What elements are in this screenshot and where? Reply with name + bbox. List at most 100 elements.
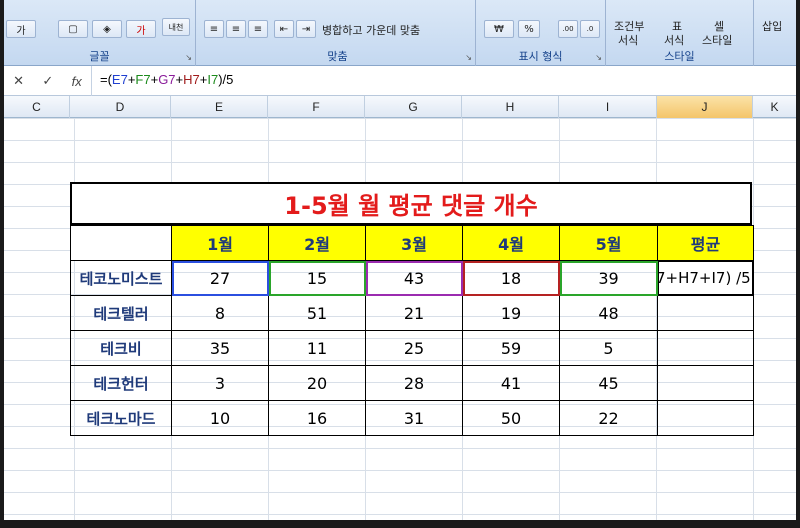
table-row: 테코노미스트 27 15 43 18 39 7+H7+I7) /5 <box>70 260 754 296</box>
row-label[interactable]: 테크텔러 <box>70 295 172 331</box>
conditional-format-label2: 서식 <box>618 34 639 47</box>
table-cell[interactable]: 25 <box>365 330 463 366</box>
font-group: 가 ▢ ◈ 가 내천 글꼴 ↘ <box>4 0 196 66</box>
phonetic-button[interactable]: 내천 <box>162 18 190 36</box>
insert-button[interactable]: 삽입 <box>762 18 782 34</box>
indent-icon: ⇤ <box>279 23 289 35</box>
font-color-button[interactable]: 가 <box>6 20 36 38</box>
table-cell[interactable]: 28 <box>365 365 463 401</box>
header-cell[interactable]: 2월 <box>268 225 366 261</box>
header-cell[interactable]: 평균 <box>657 225 754 261</box>
column-header-c[interactable]: C <box>4 96 70 118</box>
table-cell[interactable]: 20 <box>268 365 366 401</box>
table-cell[interactable]: 11 <box>268 330 366 366</box>
cancel-icon[interactable]: ✕ <box>13 73 24 89</box>
column-header-k[interactable]: K <box>753 96 796 118</box>
column-header-j[interactable]: J <box>657 96 753 118</box>
dialog-launcher-icon[interactable]: ↘ <box>595 53 602 62</box>
decrease-decimal-icon: .0 <box>586 25 594 33</box>
data-table: 1월 2월 3월 4월 5월 평균 테코노미스트 27 15 43 18 39 … <box>70 225 754 436</box>
table-cell[interactable]: 22 <box>559 400 658 436</box>
column-header-h[interactable]: H <box>462 96 559 118</box>
table-cell[interactable]: 21 <box>365 295 463 331</box>
dialog-launcher-icon[interactable]: ↘ <box>465 53 472 62</box>
percent-button[interactable]: % <box>518 20 540 38</box>
currency-button[interactable]: ₩ <box>484 20 514 38</box>
ref-g7: G7 <box>158 72 176 87</box>
table-row: 테크헌터 3 20 28 41 45 <box>70 365 754 401</box>
active-cell-editor[interactable]: 7+H7+I7) /5 <box>657 260 754 296</box>
table-cell[interactable]: 41 <box>462 365 560 401</box>
table-cell[interactable]: 18 <box>462 260 560 296</box>
table-cell[interactable]: 39 <box>559 260 658 296</box>
enter-icon[interactable]: ✓ <box>42 73 53 89</box>
decrease-decimal-button[interactable]: .0 <box>580 20 600 38</box>
table-cell[interactable]: 43 <box>365 260 463 296</box>
ribbon: 가 ▢ ◈ 가 내천 글꼴 ↘ ≡ ≡ ≡ ⇤ ⇥ 병합하고 가운데 맞춤 맞춤… <box>4 0 796 66</box>
table-cell[interactable]: 3 <box>171 365 269 401</box>
dialog-launcher-icon[interactable]: ↘ <box>185 53 192 62</box>
formula-input[interactable]: =(E7+F7+G7+H7+I7)/5 <box>100 72 233 87</box>
table-cell[interactable]: 15 <box>268 260 366 296</box>
table-title[interactable]: 1-5월 월 평균 댓글 개수 <box>70 182 752 225</box>
row-label[interactable]: 테코노미스트 <box>70 260 172 296</box>
table-cell[interactable]: 35 <box>171 330 269 366</box>
number-group-label: 표시 형식 <box>518 50 563 63</box>
table-cell[interactable]: 27 <box>171 260 269 296</box>
column-header-i[interactable]: I <box>559 96 657 118</box>
row-label[interactable]: 테크노마드 <box>70 400 172 436</box>
column-header-f[interactable]: F <box>268 96 365 118</box>
table-cell[interactable]: 10 <box>171 400 269 436</box>
table-cell[interactable]: 59 <box>462 330 560 366</box>
column-header-g[interactable]: G <box>365 96 462 118</box>
row-label[interactable]: 테크비 <box>70 330 172 366</box>
corner-cell[interactable] <box>70 225 172 261</box>
merge-center-button[interactable]: 병합하고 가운데 맞춤 <box>322 22 420 38</box>
align-left-button[interactable]: ≡ <box>204 20 224 38</box>
table-cell[interactable]: 19 <box>462 295 560 331</box>
table-cell[interactable]: 48 <box>559 295 658 331</box>
header-cell[interactable]: 5월 <box>559 225 658 261</box>
decrease-indent-button[interactable]: ⇤ <box>274 20 294 38</box>
header-cell[interactable]: 1월 <box>171 225 269 261</box>
paint-bucket-icon: ◈ <box>103 23 111 35</box>
ref-h7: H7 <box>183 72 200 87</box>
increase-decimal-icon: .00 <box>562 25 574 33</box>
increase-indent-button[interactable]: ⇥ <box>296 20 316 38</box>
header-cell[interactable]: 3월 <box>365 225 463 261</box>
align-left-icon: ≡ <box>209 23 219 35</box>
table-row: 테크텔러 8 51 21 19 48 <box>70 295 754 331</box>
table-cell[interactable]: 51 <box>268 295 366 331</box>
column-headers: C D E F G H I J K <box>4 96 796 118</box>
table-cell[interactable]: 16 <box>268 400 366 436</box>
text-color-button[interactable]: 가 <box>126 20 156 38</box>
table-cell[interactable] <box>657 400 754 436</box>
table-row: 테크비 35 11 25 59 5 <box>70 330 754 366</box>
table-cell[interactable]: 45 <box>559 365 658 401</box>
align-right-icon: ≡ <box>253 23 263 35</box>
increase-decimal-button[interactable]: .00 <box>558 20 578 38</box>
row-label[interactable]: 테크헌터 <box>70 365 172 401</box>
table-cell[interactable]: 31 <box>365 400 463 436</box>
header-cell[interactable]: 4월 <box>462 225 560 261</box>
alignment-group: ≡ ≡ ≡ ⇤ ⇥ 병합하고 가운데 맞춤 맞춤 ↘ <box>200 0 476 66</box>
table-cell[interactable]: 5 <box>559 330 658 366</box>
styles-group-label: 스타일 <box>664 50 695 63</box>
border-button[interactable]: ▢ <box>58 20 88 38</box>
align-center-button[interactable]: ≡ <box>226 20 246 38</box>
column-header-d[interactable]: D <box>70 96 171 118</box>
font-group-label: 글꼴 <box>89 50 110 63</box>
number-group: ₩ % .00 .0 표시 형식 ↘ <box>476 0 606 66</box>
fill-color-button[interactable]: ◈ <box>92 20 122 38</box>
table-cell[interactable]: 50 <box>462 400 560 436</box>
border-icon: ▢ <box>68 23 78 35</box>
table-cell[interactable] <box>657 330 754 366</box>
align-center-icon: ≡ <box>231 23 241 35</box>
align-right-button[interactable]: ≡ <box>248 20 268 38</box>
table-cell[interactable]: 8 <box>171 295 269 331</box>
table-cell[interactable] <box>657 295 754 331</box>
table-row: 테크노마드 10 16 31 50 22 <box>70 400 754 436</box>
table-cell[interactable] <box>657 365 754 401</box>
function-icon[interactable]: fx <box>72 74 82 89</box>
column-header-e[interactable]: E <box>171 96 268 118</box>
